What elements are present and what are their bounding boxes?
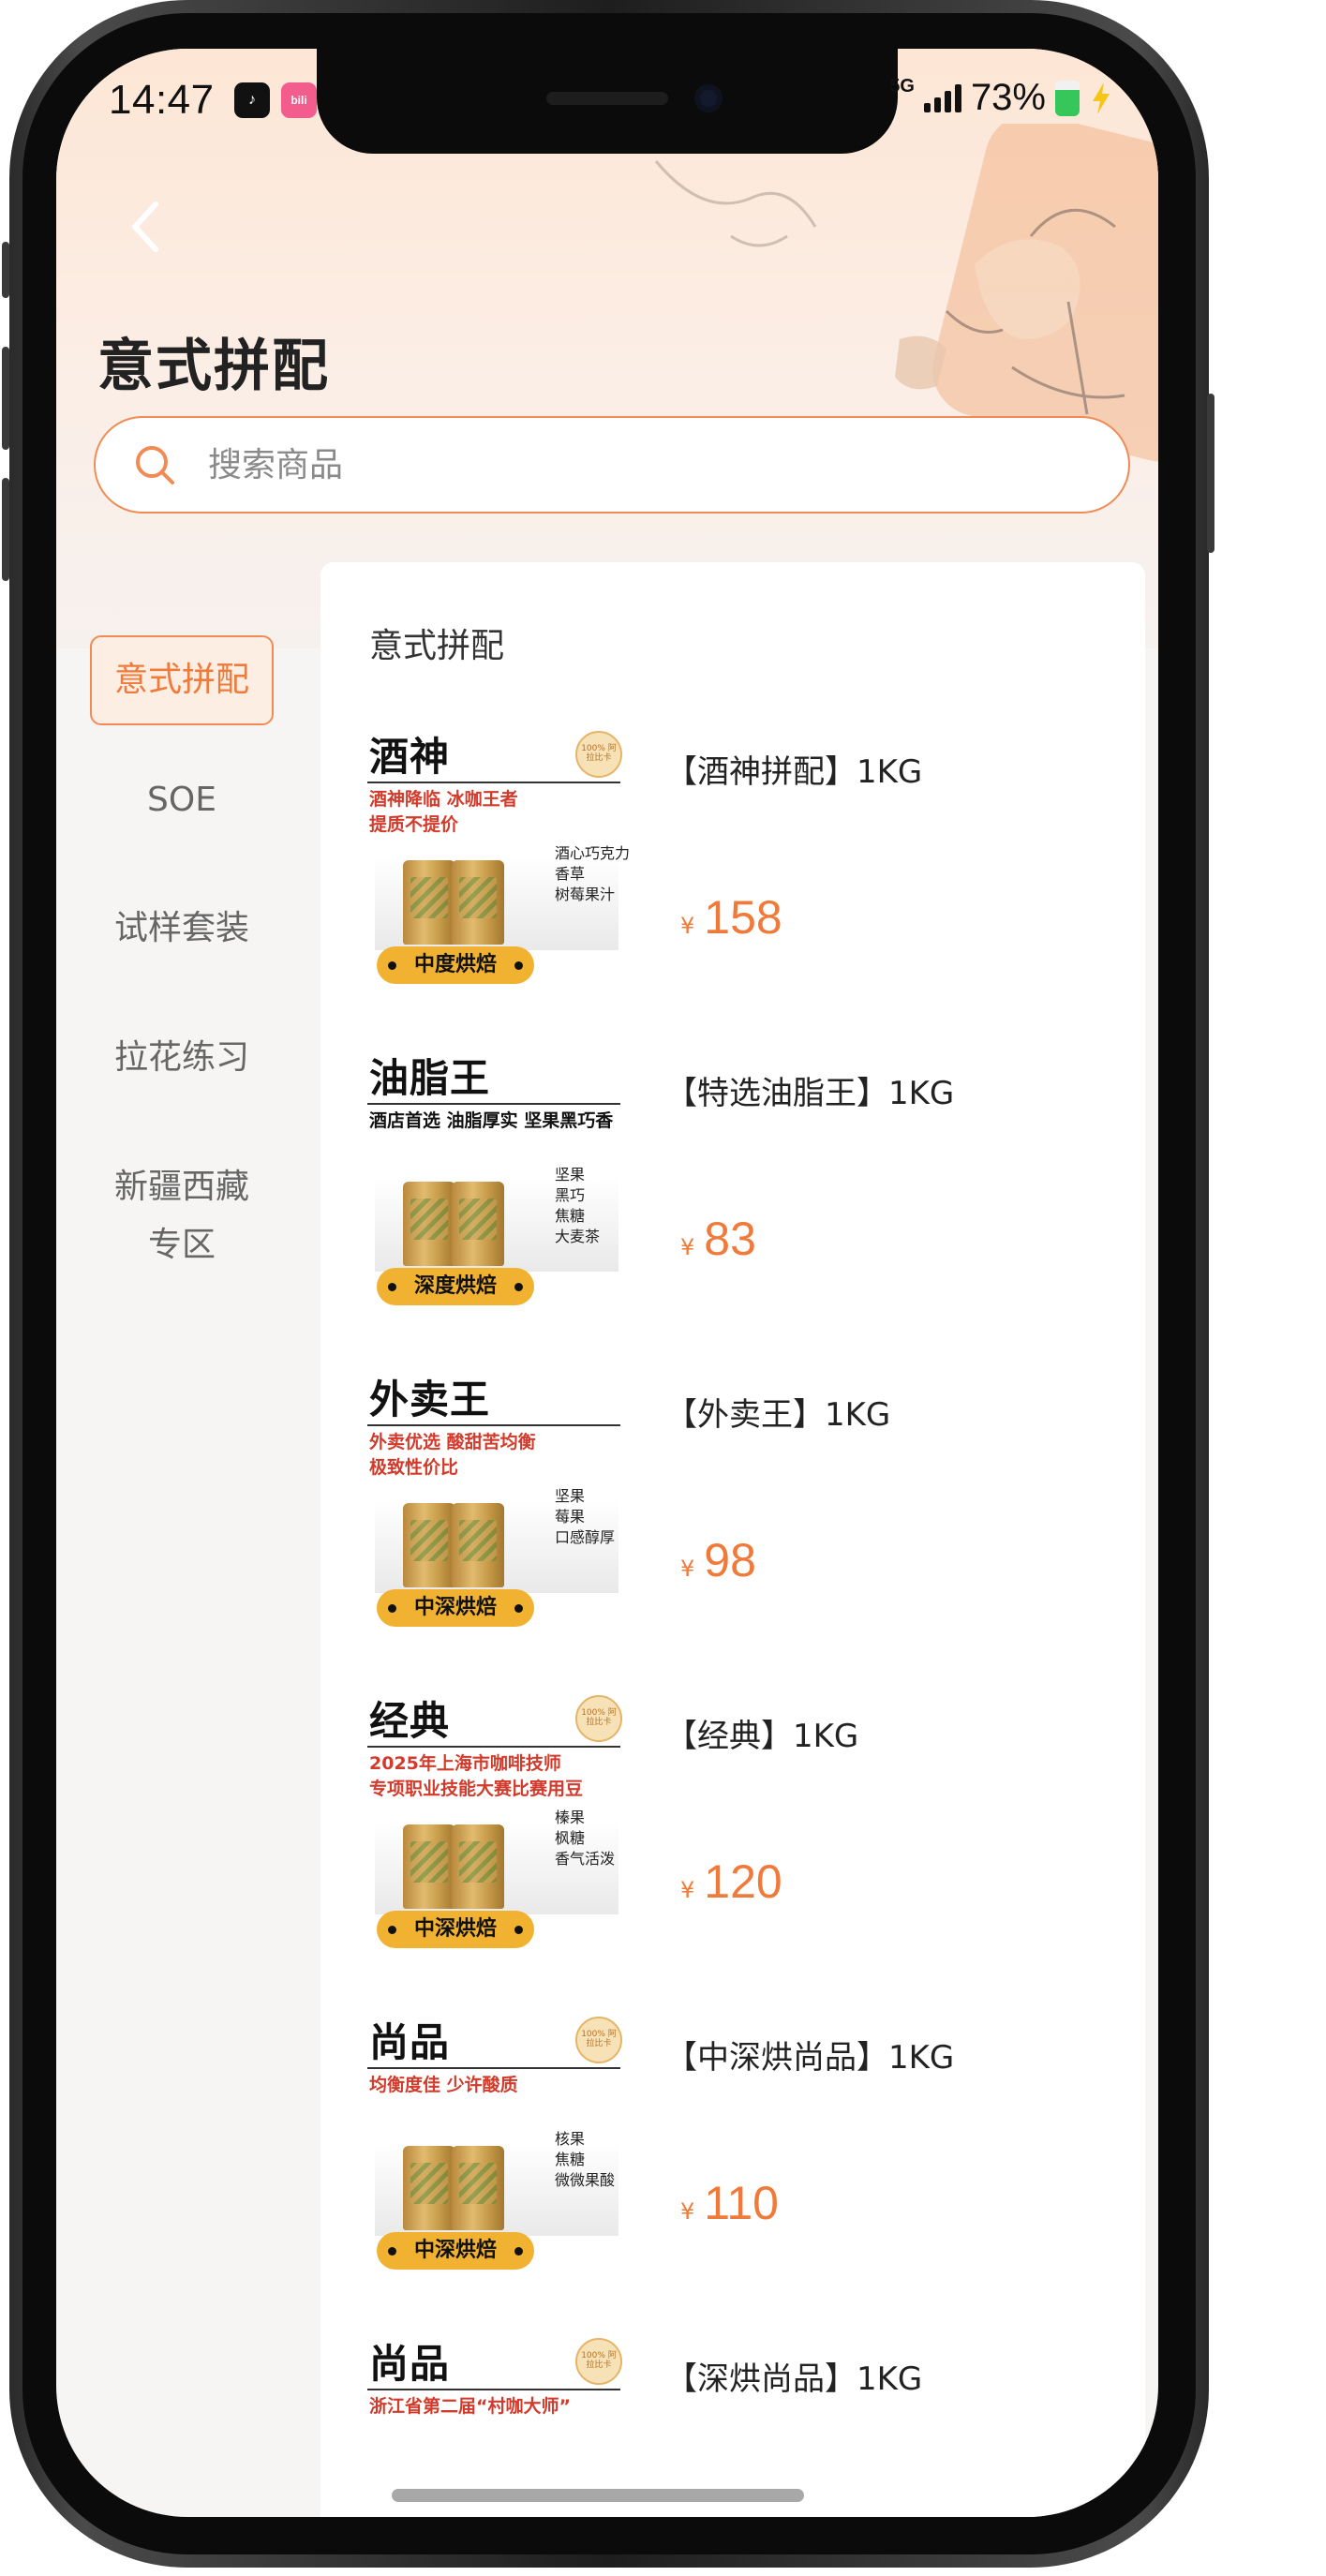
tiktok-icon: ♪	[234, 82, 270, 118]
thumb-title: 油脂王	[369, 1055, 491, 1101]
side-button-volume-down	[2, 478, 9, 581]
back-chevron-icon[interactable]	[124, 199, 171, 255]
divider	[367, 2067, 620, 2069]
arabica-seal-icon: 100% 阿拉比卡	[575, 731, 622, 778]
sidebar-item-xinjiang-tibet[interactable]: 新疆西藏专区	[103, 1158, 261, 1274]
product-name[interactable]: 【经典】1KG	[665, 1710, 858, 1756]
product-name[interactable]: 【外卖王】1KG	[665, 1389, 890, 1435]
camera-notch	[317, 49, 898, 154]
product-card[interactable]: 外卖王 外卖优选 酸甜苦均衡 极致性价比 坚果 莓果 口感醇厚 中深烘焙 【外卖王】1…	[367, 1368, 1126, 1649]
search-bar[interactable]	[94, 416, 1130, 514]
product-thumbnail: 尚品 100% 阿拉比卡 浙江省第二届“村咖大师”	[367, 2332, 639, 2445]
app-screen: 14:47 ♪ bili 5G 73% 意式拼配 意式拼配 SOE 试样套装 拉…	[56, 49, 1158, 2517]
product-thumbnail: 尚品 100% 阿拉比卡 均衡度佳 少许酸质 核果 焦糖 微微果酸 中深烘焙	[367, 2011, 639, 2273]
thumb-title: 尚品	[369, 2019, 451, 2065]
product-price: ¥110	[680, 2177, 779, 2229]
search-input[interactable]	[206, 444, 960, 485]
flavor-notes: 榛果 枫糖 香气活泼	[555, 1809, 616, 1868]
divider	[367, 1746, 620, 1748]
roast-level-badge: 中度烘焙	[377, 946, 534, 984]
battery-percentage: 73%	[970, 77, 1046, 118]
flavor-notes: 酒心巧克力 香草 树莓果汁	[555, 844, 631, 903]
flavor-notes: 坚果 黑巧 焦糖 大麦茶	[555, 1166, 601, 1245]
sidebar-item-sample-set[interactable]: 试样套装	[90, 900, 274, 958]
flavor-notes: 核果 焦糖 微微果酸	[555, 2130, 616, 2189]
bilibili-icon: bili	[281, 82, 317, 118]
charging-bolt-icon	[1093, 82, 1110, 114]
search-icon	[136, 446, 174, 484]
sidebar-item-espresso-blend[interactable]: 意式拼配	[90, 635, 274, 725]
status-time: 14:47	[109, 77, 215, 123]
earpiece	[546, 92, 668, 105]
sidebar-item-soe[interactable]: SOE	[90, 771, 274, 829]
thumb-tagline: 浙江省第二届“村咖大师”	[369, 2396, 571, 2417]
divider	[367, 1103, 620, 1105]
divider	[367, 782, 620, 783]
arabica-seal-icon: 100% 阿拉比卡	[575, 2017, 622, 2063]
battery-icon	[1055, 80, 1080, 116]
thumb-title: 酒神	[369, 734, 451, 780]
roast-level-badge: 中深烘焙	[377, 1589, 534, 1627]
signal-icon	[923, 83, 961, 112]
product-name[interactable]: 【深烘尚品】1KG	[665, 2353, 922, 2399]
product-name[interactable]: 【中深烘尚品】1KG	[665, 2032, 954, 2077]
roast-level-badge: 深度烘焙	[377, 1268, 534, 1305]
thumb-tagline: 酒神降临 冰咖王者 提质不提价	[369, 789, 518, 835]
product-panel: 意式拼配 酒神 100% 阿拉比卡 酒神降临 冰咖王者 提质不提价 酒心巧克力 香草…	[320, 562, 1145, 2517]
arabica-seal-icon: 100% 阿拉比卡	[575, 1695, 622, 1742]
roast-level-badge: 中深烘焙	[377, 1911, 534, 1948]
product-name[interactable]: 【酒神拼配】1KG	[665, 746, 922, 792]
divider	[367, 1424, 620, 1426]
page-title: 意式拼配	[97, 334, 330, 399]
product-name[interactable]: 【特选油脂王】1KG	[665, 1067, 954, 1113]
home-indicator[interactable]	[392, 2489, 804, 2502]
thumb-tagline: 外卖优选 酸甜苦均衡 极致性价比	[369, 1432, 536, 1478]
thumb-title: 外卖王	[369, 1377, 491, 1422]
product-card[interactable]: 经典 100% 阿拉比卡 2025年上海市咖啡技师 专项职业技能大赛比赛用豆 榛果…	[367, 1690, 1126, 1971]
side-button-power	[1207, 394, 1214, 553]
product-price: ¥83	[680, 1213, 756, 1265]
arabica-seal-icon: 100% 阿拉比卡	[575, 2338, 622, 2385]
thumb-title: 尚品	[369, 2341, 451, 2387]
thumb-tagline: 均衡度佳 少许酸质	[369, 2075, 518, 2095]
product-thumbnail: 经典 100% 阿拉比卡 2025年上海市咖啡技师 专项职业技能大赛比赛用豆 榛果…	[367, 1690, 639, 1952]
side-button-action	[2, 242, 9, 298]
product-card[interactable]: 尚品 100% 阿拉比卡 均衡度佳 少许酸质 核果 焦糖 微微果酸 中深烘焙 【中深…	[367, 2011, 1126, 2292]
status-right: 5G 73%	[889, 76, 1113, 119]
roast-level-badge: 中深烘焙	[377, 2232, 534, 2270]
side-button-volume-up	[2, 347, 9, 450]
flavor-notes: 坚果 莓果 口感醇厚	[555, 1487, 616, 1546]
product-thumbnail: 外卖王 外卖优选 酸甜苦均衡 极致性价比 坚果 莓果 口感醇厚 中深烘焙	[367, 1368, 639, 1630]
thumb-tagline: 酒店首选 油脂厚实 坚果黑巧香	[369, 1110, 614, 1131]
thumb-tagline: 2025年上海市咖啡技师 专项职业技能大赛比赛用豆	[369, 1753, 584, 1799]
sidebar-item-latte-art[interactable]: 拉花练习	[90, 1029, 274, 1087]
product-card[interactable]: 尚品 100% 阿拉比卡 浙江省第二届“村咖大师” 【深烘尚品】1KG	[367, 2332, 1126, 2445]
product-thumbnail: 油脂王 酒店首选 油脂厚实 坚果黑巧香 坚果 黑巧 焦糖 大麦茶 深度烘焙	[367, 1047, 639, 1309]
product-thumbnail: 酒神 100% 阿拉比卡 酒神降临 冰咖王者 提质不提价 酒心巧克力 香草 树莓果汁 …	[367, 725, 639, 988]
thumb-title: 经典	[369, 1698, 451, 1744]
front-camera	[694, 84, 723, 112]
section-title: 意式拼配	[369, 627, 505, 665]
product-card[interactable]: 酒神 100% 阿拉比卡 酒神降临 冰咖王者 提质不提价 酒心巧克力 香草 树莓果汁 …	[367, 725, 1126, 1006]
product-card[interactable]: 油脂王 酒店首选 油脂厚实 坚果黑巧香 坚果 黑巧 焦糖 大麦茶 深度烘焙 【特选油脂…	[367, 1047, 1126, 1328]
divider	[367, 2389, 620, 2390]
product-price: ¥98	[680, 1534, 756, 1586]
product-price: ¥158	[680, 891, 782, 944]
network-type: 5G	[889, 76, 915, 97]
product-price: ¥120	[680, 1855, 782, 1908]
